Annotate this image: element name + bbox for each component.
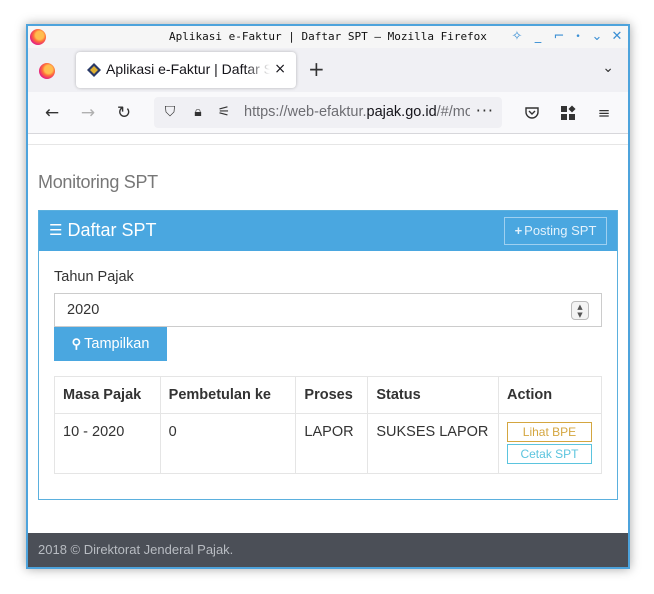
navigation-bar: ← → ↻ ⛉ 🔒︎ ⚟ https://web-efaktur.pajak.g… [28, 92, 628, 134]
minimize-icon[interactable]: _ [529, 28, 547, 46]
url-suffix: /#/monitoring [436, 104, 470, 120]
close-window-icon[interactable]: ✕ [608, 28, 626, 46]
shield-icon[interactable]: ⛉ [160, 102, 180, 122]
restore-icon[interactable]: ⌄ [588, 28, 606, 46]
table-header-row: Masa Pajak Pembetulan ke Proses Status A… [54, 376, 603, 414]
search-icon: ⚲ [71, 336, 82, 351]
page-actions-icon[interactable]: ··· [476, 101, 494, 120]
url-text[interactable]: https://web-efaktur.pajak.go.id/#/monito… [244, 104, 470, 120]
page-footer: 2018 © Direktorat Jenderal Pajak. [28, 533, 628, 567]
plus-icon: + [514, 223, 523, 238]
posting-spt-label: Posting SPT [524, 223, 597, 238]
panel-header: ☰ Daftar SPT + Posting SPT [39, 211, 617, 251]
tahun-pajak-label: Tahun Pajak [54, 269, 134, 285]
proses-cell: LAPOR [295, 413, 369, 474]
forward-arrow-icon[interactable]: → [76, 101, 100, 125]
maximize-icon[interactable]: ⌐ [550, 28, 568, 46]
pembetulan-cell: 0 [159, 413, 297, 474]
title-bar: Aplikasi e-Faktur | Daftar SPT — Mozilla… [28, 26, 628, 48]
lihat-bpe-button[interactable]: Lihat BPE [506, 422, 592, 442]
column-header: Status [367, 376, 499, 414]
column-header: Pembetulan ke [159, 376, 297, 414]
new-tab-button[interactable]: + [308, 57, 325, 81]
page-content: Monitoring SPT ☰ Daftar SPT + Posting SPT … [28, 134, 628, 567]
tampilkan-button[interactable]: ⚲ Tampilkan [54, 327, 167, 361]
cetak-spt-button[interactable]: Cetak SPT [506, 444, 592, 464]
tampilkan-label: Tampilkan [84, 336, 150, 352]
url-domain: pajak.go.id [366, 104, 437, 120]
posting-spt-button[interactable]: + Posting SPT [504, 217, 607, 245]
list-icon: ☰ [49, 222, 63, 239]
list-all-tabs-icon[interactable]: ⌄ [602, 60, 614, 76]
browser-window: Aplikasi e-Faktur | Daftar SPT — Mozilla… [26, 24, 630, 569]
footer-text: 2018 © Direktorat Jenderal Pajak. [38, 542, 234, 557]
page-title: Monitoring SPT [38, 172, 158, 192]
header-divider [28, 144, 628, 145]
column-header: Proses [295, 376, 369, 414]
tab-bar: Aplikasi e-Faktur | Daftar SPT × + ⌄ [28, 48, 628, 92]
firefox-view-icon[interactable] [39, 63, 55, 79]
table-row: 10 - 2020 0 LAPOR SUKSES LAPOR Lihat BPE… [54, 413, 603, 474]
lock-icon[interactable]: 🔒︎ [188, 102, 208, 122]
back-arrow-icon[interactable]: ← [40, 101, 64, 125]
column-header: Action [497, 376, 603, 414]
shade-icon[interactable]: • [569, 28, 587, 46]
panel-title-text: Daftar SPT [67, 220, 157, 240]
panel-title: ☰ Daftar SPT [49, 220, 156, 241]
tab-title: Aplikasi e-Faktur | Daftar SPT [106, 61, 270, 77]
djp-logo-icon [87, 63, 101, 77]
status-cell: SUKSES LAPOR [367, 413, 499, 474]
masa-pajak-cell: 10 - 2020 [54, 413, 161, 474]
column-header: Masa Pajak [54, 376, 161, 414]
number-spinner[interactable]: ▲ ▼ [571, 301, 589, 320]
daftar-spt-panel: ☰ Daftar SPT + Posting SPT Tahun Pajak 202… [38, 210, 618, 500]
permissions-icon[interactable]: ⚟ [214, 102, 234, 122]
hamburger-menu-icon[interactable]: ≡ [592, 101, 616, 125]
url-bar[interactable]: ⛉ 🔒︎ ⚟ https://web-efaktur.pajak.go.id/#… [154, 97, 502, 128]
tab-active[interactable]: Aplikasi e-Faktur | Daftar SPT × [76, 52, 296, 88]
spt-table: Masa Pajak Pembetulan ke Proses Status A… [54, 376, 603, 474]
tab-close-icon[interactable]: × [274, 61, 286, 77]
extensions-icon[interactable] [556, 101, 580, 125]
url-prefix: https://web-efaktur. [244, 104, 367, 120]
tahun-pajak-input[interactable]: 2020 ▲ ▼ [54, 293, 602, 327]
tahun-pajak-value: 2020 [67, 302, 100, 318]
keep-above-icon[interactable]: ✧ [508, 28, 526, 46]
pocket-icon[interactable] [520, 101, 544, 125]
reload-icon[interactable]: ↻ [112, 101, 136, 125]
action-cell: Lihat BPE Cetak SPT [497, 413, 603, 474]
